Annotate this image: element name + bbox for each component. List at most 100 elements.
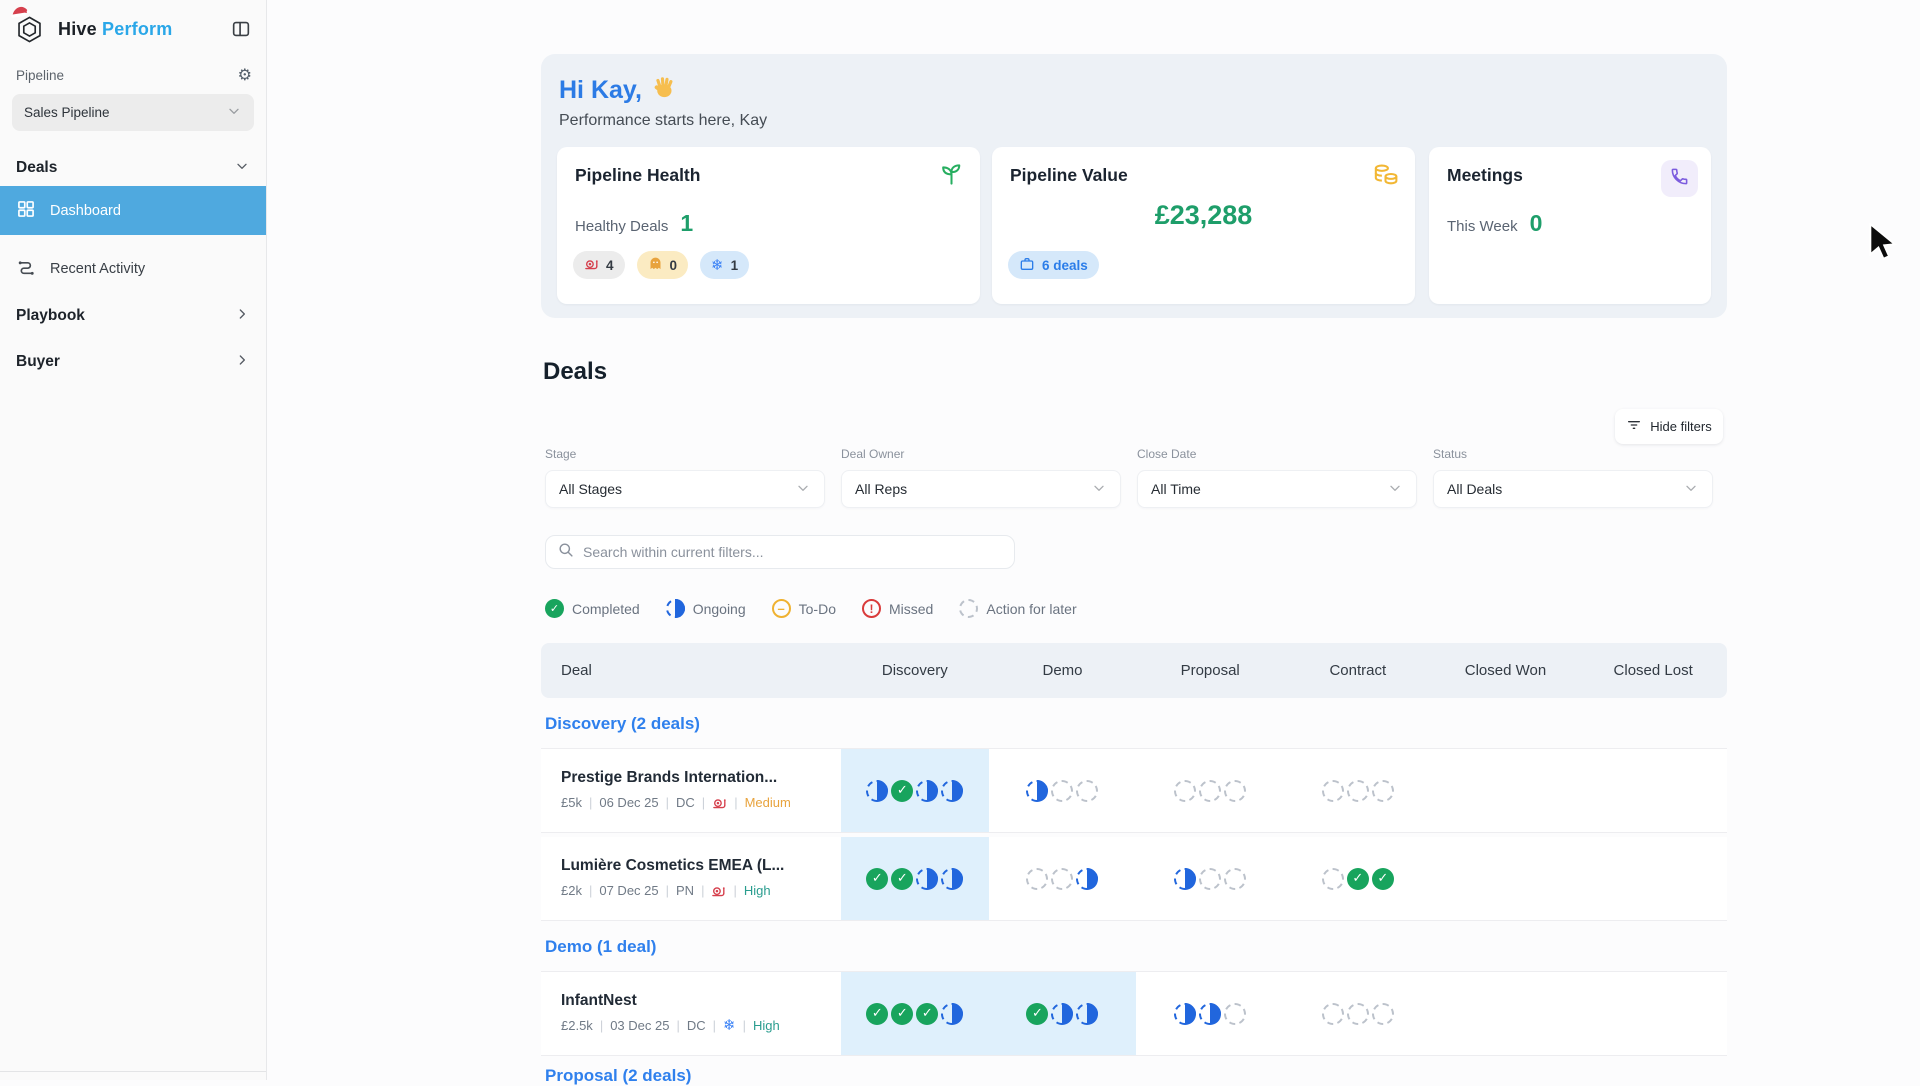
stage-cell-closed-lost[interactable] [1579, 837, 1727, 920]
chevron-down-icon [1387, 480, 1403, 499]
filter-close-date: Close Date All Time [1137, 447, 1417, 508]
status-later-icon [1346, 779, 1369, 802]
meta-text: 06 Dec 25 [599, 795, 659, 810]
card-title: Pipeline Health [575, 165, 701, 185]
pipeline-select[interactable]: Sales Pipeline [12, 94, 254, 131]
status-later-icon [1371, 1002, 1394, 1025]
status-ongoing-icon [1051, 1002, 1074, 1025]
stage-cell-closed-lost[interactable] [1579, 972, 1727, 1055]
filter-select[interactable]: All Deals [1433, 470, 1713, 508]
health-badge-snail[interactable]: 4 [573, 251, 625, 279]
stage-cell-contract[interactable] [1284, 749, 1432, 832]
group-header[interactable]: Proposal (2 deals) [545, 1066, 1727, 1086]
stage-cell-closed-won[interactable] [1432, 837, 1580, 920]
dashboard-grid-icon [16, 199, 36, 223]
table-row[interactable]: Lumière Cosmetics EMEA (L... £2k | 07 Dec 2… [541, 837, 1727, 921]
snail-icon [712, 795, 727, 810]
stage-cell-discovery[interactable] [841, 749, 989, 832]
search-box[interactable] [545, 535, 1015, 569]
status-completed-icon [891, 867, 914, 890]
group-header[interactable]: Demo (1 deal) [545, 937, 1727, 957]
status-ongoing-icon [941, 1002, 964, 1025]
legend-label: Missed [889, 600, 934, 617]
meta-text: DC [676, 795, 695, 810]
search-input[interactable] [583, 544, 1003, 560]
hide-filters-button[interactable]: Hide filters [1615, 409, 1723, 444]
table-row[interactable]: InfantNest £2.5k | 03 Dec 25 | DC | ❄ | High [541, 972, 1727, 1056]
meta-separator: | [734, 795, 738, 810]
snowflake-icon: ❄ [723, 1016, 736, 1034]
metric-label: This Week [1447, 218, 1518, 235]
pipeline-health-card: Pipeline Health Healthy Deals 1 4 0 ❄ 1 [557, 147, 980, 304]
stage-cell-proposal[interactable] [1136, 837, 1284, 920]
status-later-icon [1199, 779, 1222, 802]
filter-select[interactable]: All Reps [841, 470, 1121, 508]
filter-status: Status All Deals [1433, 447, 1713, 508]
stage-cell-closed-lost[interactable] [1579, 749, 1727, 832]
table-row[interactable]: Prestige Brands Internation... £5k | 06 Dec… [541, 749, 1727, 833]
status-later-icon [1224, 1002, 1247, 1025]
snail-icon [711, 883, 726, 898]
column-header-discovery: Discovery [881, 662, 948, 679]
health-badge-ghost[interactable]: 0 [636, 251, 689, 279]
filter-value: All Reps [855, 481, 908, 497]
legend-label: To-Do [798, 600, 836, 617]
filter-deal-owner: Deal Owner All Reps [841, 447, 1121, 508]
health-badge-snowflake[interactable]: ❄ 1 [700, 251, 750, 279]
sidebar-item-recent-activity[interactable]: Recent Activity [0, 247, 266, 291]
column-header-closed-won: Closed Won [1464, 662, 1547, 679]
card-title: Meetings [1447, 165, 1523, 185]
status-ongoing-icon [1026, 779, 1049, 802]
pipeline-label: Pipeline [16, 68, 65, 83]
chevron-down-icon [234, 158, 250, 179]
main-content: Hi Kay, Performance starts here, Kay Pip… [541, 54, 1727, 1085]
stage-cell-discovery[interactable] [841, 837, 989, 920]
stage-cell-contract[interactable] [1284, 972, 1432, 1055]
filter-value: All Deals [1447, 481, 1503, 497]
sidebar-section-playbook[interactable]: Playbook [0, 301, 266, 331]
stage-cell-proposal[interactable] [1136, 749, 1284, 832]
stage-cell-proposal[interactable] [1136, 972, 1284, 1055]
sidebar-section-deals[interactable]: Deals [0, 153, 266, 183]
legend-item-todo: To-Do [771, 599, 836, 618]
status-ongoing-icon [866, 779, 889, 802]
stage-cell-demo[interactable] [988, 972, 1137, 1055]
status-later-icon [1371, 779, 1394, 802]
group-header[interactable]: Discovery (2 deals) [545, 714, 1727, 734]
column-header-contract: Contract [1329, 662, 1387, 679]
phone-icon [1670, 167, 1689, 191]
filter-select[interactable]: All Stages [545, 470, 825, 508]
status-ongoing-icon [1174, 1002, 1197, 1025]
status-completed-icon [916, 1002, 939, 1025]
filter-label: Close Date [1137, 447, 1197, 461]
stage-cell-discovery[interactable] [841, 972, 989, 1055]
status-todo-icon [771, 599, 791, 618]
filter-icon [1626, 417, 1642, 436]
status-later-icon [1076, 779, 1099, 802]
stage-cell-demo[interactable] [989, 837, 1137, 920]
meta-separator: | [588, 883, 593, 898]
stage-cell-closed-won[interactable] [1432, 972, 1580, 1055]
status-later-icon [1346, 1002, 1369, 1025]
status-legend: Completed Ongoing To-Do Missed Action for la… [545, 599, 1077, 618]
sidebar-item-dashboard[interactable]: Dashboard [0, 186, 266, 235]
stage-cell-contract[interactable] [1284, 837, 1432, 920]
filter-label: Status [1433, 447, 1468, 461]
meta-text: £2k [561, 883, 582, 898]
sidebar-section-buyer[interactable]: Buyer [0, 347, 266, 377]
stage-cell-closed-won[interactable] [1432, 749, 1580, 832]
filter-select[interactable]: All Time [1137, 470, 1417, 508]
deal-meta: £5k | 06 Dec 25 | DC | | Medium [561, 795, 833, 810]
status-ongoing-icon [1076, 867, 1099, 890]
status-later-icon [1321, 1002, 1344, 1025]
priority-label: High [753, 1018, 780, 1033]
gear-icon[interactable]: ⚙ [238, 65, 252, 84]
sidebar-collapse-icon[interactable] [230, 18, 252, 45]
filter-value: All Stages [559, 481, 623, 497]
stage-cell-demo[interactable] [989, 749, 1137, 832]
meta-separator: | [665, 795, 670, 810]
sidebar-divider [0, 1071, 266, 1072]
search-icon [557, 541, 574, 563]
deals-count-badge[interactable]: 6 deals [1008, 251, 1099, 279]
greeting-banner: Hi Kay, Performance starts here, Kay Pip… [541, 54, 1727, 318]
